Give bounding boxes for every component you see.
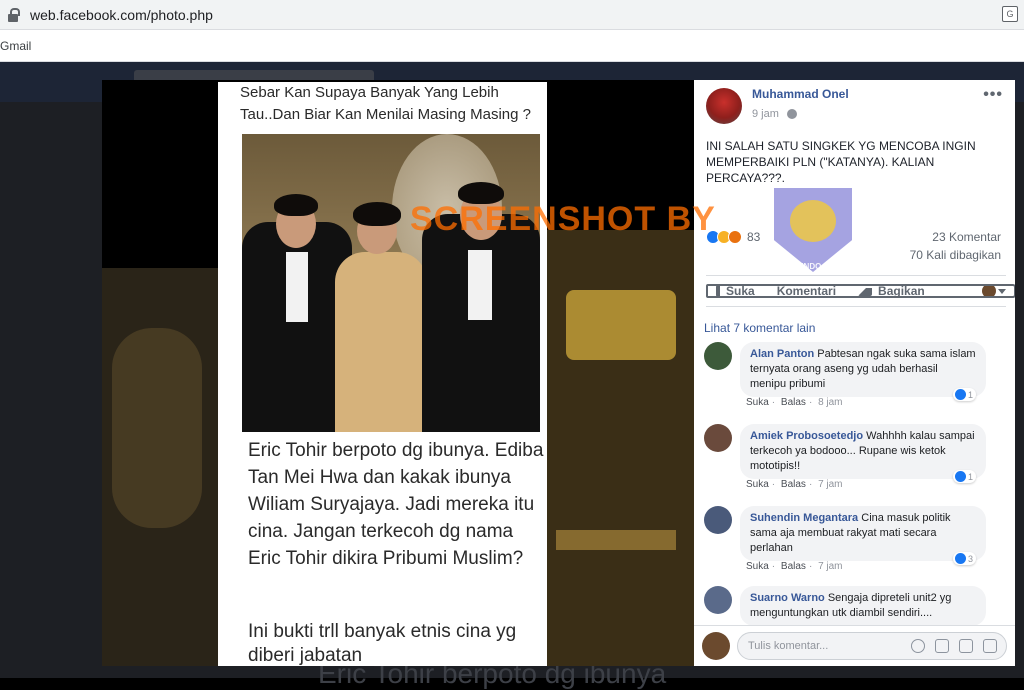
view-more-comments-link[interactable]: Lihat 7 komentar lain (704, 321, 815, 335)
photo-background-right (546, 230, 694, 666)
photo-theater: Sebar Kan Supaya Banyak Yang Lebih Tau..… (102, 80, 694, 666)
comment-bubble: Suhendin Megantara Cina masuk politik sa… (740, 506, 986, 561)
commenter-name[interactable]: Amiek Probosoetedjo (750, 430, 863, 442)
commenter-name[interactable]: Alan Panton (750, 348, 814, 360)
bookmarks-bar: Gmail (0, 30, 1024, 62)
comment-meta: Suka · Balas · 8 jam (746, 397, 843, 408)
commenter-name[interactable]: Suarno Warno (750, 592, 825, 604)
bookmark-gmail[interactable]: Gmail (0, 39, 31, 53)
commenter-avatar[interactable] (704, 424, 732, 452)
emoji-icon[interactable] (911, 639, 925, 653)
post-text: INI SALAH SATU SINGKEK YG MENCOBA INGIN … (706, 139, 976, 185)
url-text[interactable]: web.facebook.com/photo.php (30, 7, 213, 23)
comment-time[interactable]: 8 jam (818, 397, 842, 408)
photo-caption-bottom: Ini bukti trll banyak etnis cina yg dibe… (248, 621, 517, 666)
commenter-avatar[interactable] (704, 506, 732, 534)
author-name[interactable]: Muhammad Onel (752, 87, 849, 101)
comment-bubble: Amiek Probosoetedjo Wahhhh kalau sampai … (740, 424, 986, 479)
commenter-avatar[interactable] (704, 342, 732, 370)
comment-composer: Tulis komentar... (694, 625, 1015, 666)
comment-button[interactable]: Komentari (716, 284, 1015, 298)
comment-like-count[interactable]: 3 (952, 552, 976, 565)
photo-caption-main: Eric Tohir berpoto dg ibunya. Ediba Tan … (248, 440, 544, 569)
comment-meta: Suka · Balas · 7 jam (746, 479, 843, 490)
embedded-photo (242, 134, 540, 432)
photo-caption-top: Sebar Kan Supaya Banyak Yang Lebih Tau..… (240, 84, 531, 123)
post-panel: Muhammad Onel 9 jam ••• INI SALAH SATU S… (694, 80, 1015, 666)
address-bar[interactable]: web.facebook.com/photo.php G (0, 0, 1024, 30)
comment-like-link[interactable]: Suka (746, 479, 769, 490)
comment-time[interactable]: 7 jam (818, 479, 842, 490)
comment-bubble: Suarno Warno Sengaja dipreteli unit2 yg … (740, 586, 986, 626)
like-icon (954, 389, 966, 400)
comments-count[interactable]: 23 Komentar (932, 230, 1001, 244)
commenter-name[interactable]: Suhendin Megantara (750, 512, 858, 524)
like-icon (954, 553, 966, 564)
gif-icon[interactable] (959, 639, 973, 653)
comment-like-link[interactable]: Suka (746, 561, 769, 572)
angry-reaction-icon (728, 230, 742, 244)
commenter-avatar[interactable] (704, 586, 732, 614)
comment-like-link[interactable]: Suka (746, 397, 769, 408)
globe-icon (787, 109, 797, 119)
comment-reply-link[interactable]: Balas (781, 561, 806, 572)
photo-background-left (102, 268, 218, 666)
comment-reply-link[interactable]: Balas (781, 479, 806, 490)
reaction-count: 83 (747, 230, 761, 244)
comment-like-count[interactable]: 1 (952, 470, 976, 483)
post-time[interactable]: 9 jam (752, 108, 779, 120)
translate-icon[interactable]: G (1002, 6, 1018, 22)
lock-icon (8, 7, 20, 22)
comment-meta: Suka · Balas · 7 jam (746, 561, 843, 572)
stamp-label: MAFINDO (784, 262, 822, 271)
photo-image[interactable]: Sebar Kan Supaya Banyak Yang Lebih Tau..… (218, 82, 547, 666)
author-avatar[interactable] (706, 88, 742, 124)
camera-icon[interactable] (935, 639, 949, 653)
comment-like-count[interactable]: 1 (952, 388, 976, 401)
comment-icon (716, 284, 1015, 298)
comment-bubble: Alan Panton Pabtesan ngak suka sama isla… (740, 342, 986, 397)
comment-time[interactable]: 7 jam (818, 561, 842, 572)
composer-icons (911, 639, 997, 653)
stamp-circle (790, 200, 836, 242)
shares-count[interactable]: 70 Kali dibagikan (910, 248, 1001, 262)
comment-reply-link[interactable]: Balas (781, 397, 806, 408)
post-actions: Suka Komentari Bagikan (706, 275, 1015, 307)
screenshot-watermark: SCREENSHOT BY (410, 200, 716, 238)
sticker-icon[interactable] (983, 639, 997, 653)
like-icon (954, 471, 966, 482)
more-options-icon[interactable]: ••• (983, 86, 1003, 104)
current-user-avatar (702, 632, 730, 660)
